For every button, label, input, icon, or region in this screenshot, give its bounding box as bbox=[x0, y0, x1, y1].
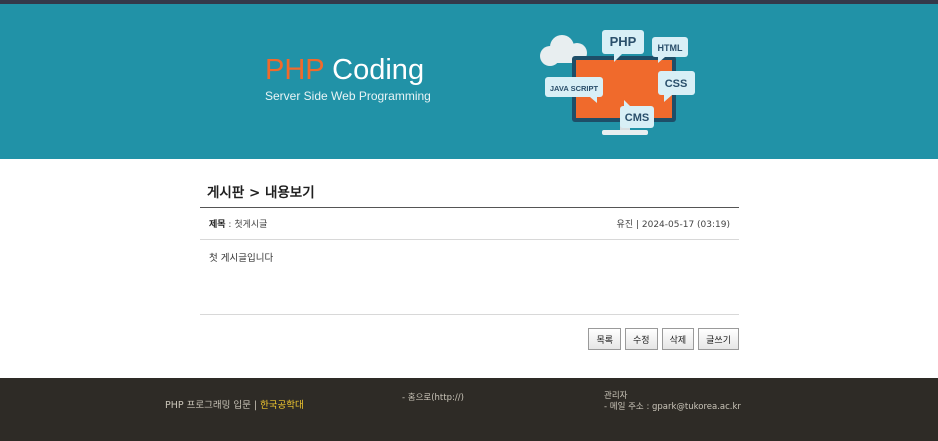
post-subject: 제목 : 첫게시글 bbox=[209, 217, 267, 230]
post-view: 게시판 > 내용보기 제목 : 첫게시글 유진 | 2024-05-17 (03… bbox=[200, 184, 739, 350]
logo-subtitle: Server Side Web Programming bbox=[265, 89, 431, 103]
footer-course: PHP 프로그래밍 입문 | bbox=[165, 400, 261, 411]
footer-school: 한국공학대 bbox=[260, 400, 304, 411]
logo-title: PHP Coding bbox=[265, 54, 431, 86]
site-footer: PHP 프로그래밍 입문 | 한국공학대 - 홈으로(http://) 관리자 … bbox=[0, 378, 938, 441]
logo-php-text: PHP bbox=[265, 54, 325, 86]
write-button[interactable]: 글쓰기 bbox=[698, 328, 739, 350]
javascript-bubble-text: JAVA SCRIPT bbox=[550, 84, 599, 93]
css-bubble-text: CSS bbox=[665, 78, 688, 90]
list-button[interactable]: 목록 bbox=[588, 328, 622, 350]
page-title: 게시판 > 내용보기 bbox=[200, 184, 739, 208]
php-bubble-text: PHP bbox=[610, 34, 637, 49]
post-meta-row: 제목 : 첫게시글 유진 | 2024-05-17 (03:19) bbox=[200, 208, 739, 240]
cms-bubble-text: CMS bbox=[625, 112, 649, 124]
subject-value: 첫게시글 bbox=[234, 220, 268, 230]
footer-home-link[interactable]: - 홈으로(http://) bbox=[402, 391, 464, 403]
logo-coding-text: Coding bbox=[324, 54, 425, 86]
post-actions: 목록 수정 삭제 글쓰기 bbox=[200, 328, 739, 350]
subject-label: 제목 bbox=[209, 220, 226, 230]
footer-admin-info: 관리자 - 메일 주소 : gpark@tukorea.ac.kr bbox=[604, 391, 741, 413]
footer-admin-title: 관리자 bbox=[604, 391, 628, 401]
site-logo[interactable]: PHP Coding Server Side Web Programming bbox=[265, 54, 431, 103]
post-content: 첫 게시글입니다 bbox=[200, 240, 739, 315]
site-header: PHP Coding Server Side Web Programming P… bbox=[0, 4, 938, 159]
footer-admin-email[interactable]: - 메일 주소 : gpark@tukorea.ac.kr bbox=[604, 402, 741, 413]
footer-course-info: PHP 프로그래밍 입문 | 한국공학대 bbox=[165, 397, 304, 411]
html-bubble-text: HTML bbox=[658, 43, 683, 53]
subject-separator: : bbox=[225, 220, 235, 230]
post-author-date: 유진 | 2024-05-17 (03:19) bbox=[616, 220, 730, 230]
web-languages-illustration: PHP HTML JAVA SCRIPT CSS CMS bbox=[540, 30, 695, 135]
delete-button[interactable]: 삭제 bbox=[661, 328, 695, 350]
edit-button[interactable]: 수정 bbox=[625, 328, 658, 350]
